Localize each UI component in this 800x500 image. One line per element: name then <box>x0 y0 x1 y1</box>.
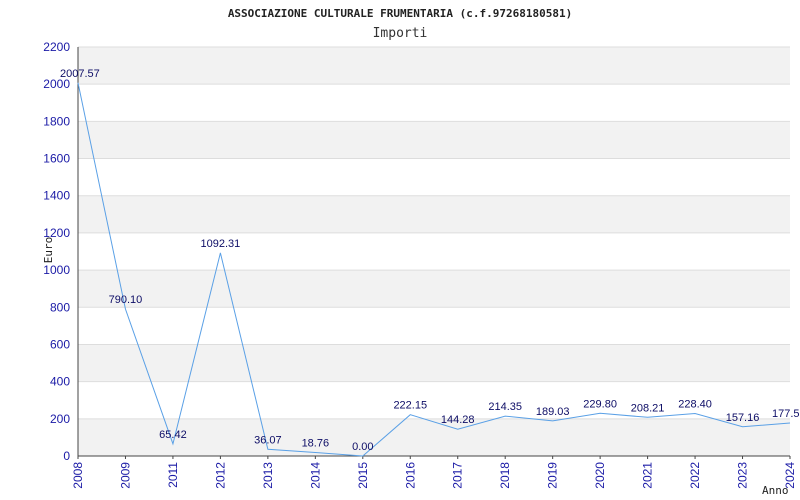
x-axis-label: Anno <box>762 484 789 497</box>
x-tick-labels: 2008 2009 2011 2012 2013 2014 2015 2016 2017 2018… <box>71 456 797 489</box>
data-label: 65.42 <box>159 429 187 441</box>
y-tick-label: 1400 <box>43 189 70 203</box>
data-label: 790.10 <box>109 294 143 306</box>
data-label: 208.21 <box>631 402 665 414</box>
y-tick-label: 200 <box>50 412 70 426</box>
x-tick-label: 2018 <box>498 462 512 489</box>
x-tick-label: 2009 <box>118 462 132 489</box>
data-label: 228.40 <box>678 399 712 411</box>
y-tick-label: 400 <box>50 375 70 389</box>
data-label: 157.16 <box>726 412 760 424</box>
chart-subtitle: Importi <box>373 26 428 41</box>
y-tick-label: 2200 <box>43 40 70 54</box>
x-tick-label: 2015 <box>356 462 370 489</box>
data-label: 229.80 <box>583 398 617 410</box>
x-tick-label: 2008 <box>71 462 85 489</box>
y-tick-label: 1600 <box>43 152 70 166</box>
data-label: 214.35 <box>488 401 522 413</box>
x-tick-label: 2020 <box>593 462 607 489</box>
y-tick-label: 600 <box>50 337 70 351</box>
grid-band <box>78 270 790 308</box>
line-chart: ASSOCIAZIONE CULTURALE FRUMENTARIA (c.f.… <box>42 7 800 497</box>
grid-band <box>78 195 790 233</box>
data-label: 1092.31 <box>201 238 241 250</box>
grid-band <box>78 121 790 159</box>
chart-title: ASSOCIAZIONE CULTURALE FRUMENTARIA (c.f.… <box>228 7 572 20</box>
data-label: 177.53 <box>772 408 800 420</box>
data-label: 189.03 <box>536 406 570 418</box>
y-tick-label: 0 <box>63 449 70 463</box>
x-tick-label: 2012 <box>213 462 227 489</box>
x-tick-label: 2021 <box>641 462 655 489</box>
grid-band <box>78 47 790 85</box>
x-tick-label: 2016 <box>403 462 417 489</box>
x-tick-label: 2017 <box>451 462 465 489</box>
data-label: 222.15 <box>393 400 427 412</box>
y-tick-label: 800 <box>50 300 70 314</box>
x-tick-label: 2023 <box>736 462 750 489</box>
data-label: 2007.57 <box>60 68 100 80</box>
data-label: 0.00 <box>352 441 373 453</box>
data-label: 18.76 <box>302 438 330 450</box>
x-tick-label: 2013 <box>261 462 275 489</box>
x-tick-label: 2022 <box>688 462 702 489</box>
data-label: 36.07 <box>254 434 282 446</box>
grid-band <box>78 344 790 382</box>
y-tick-label: 1000 <box>43 263 70 277</box>
data-label: 144.28 <box>441 414 475 426</box>
y-axis-label: Euro <box>42 237 55 264</box>
x-tick-label: 2014 <box>308 462 322 489</box>
x-tick-label: 2019 <box>546 462 560 489</box>
y-tick-label: 1800 <box>43 114 70 128</box>
x-tick-label: 2011 <box>166 462 180 488</box>
